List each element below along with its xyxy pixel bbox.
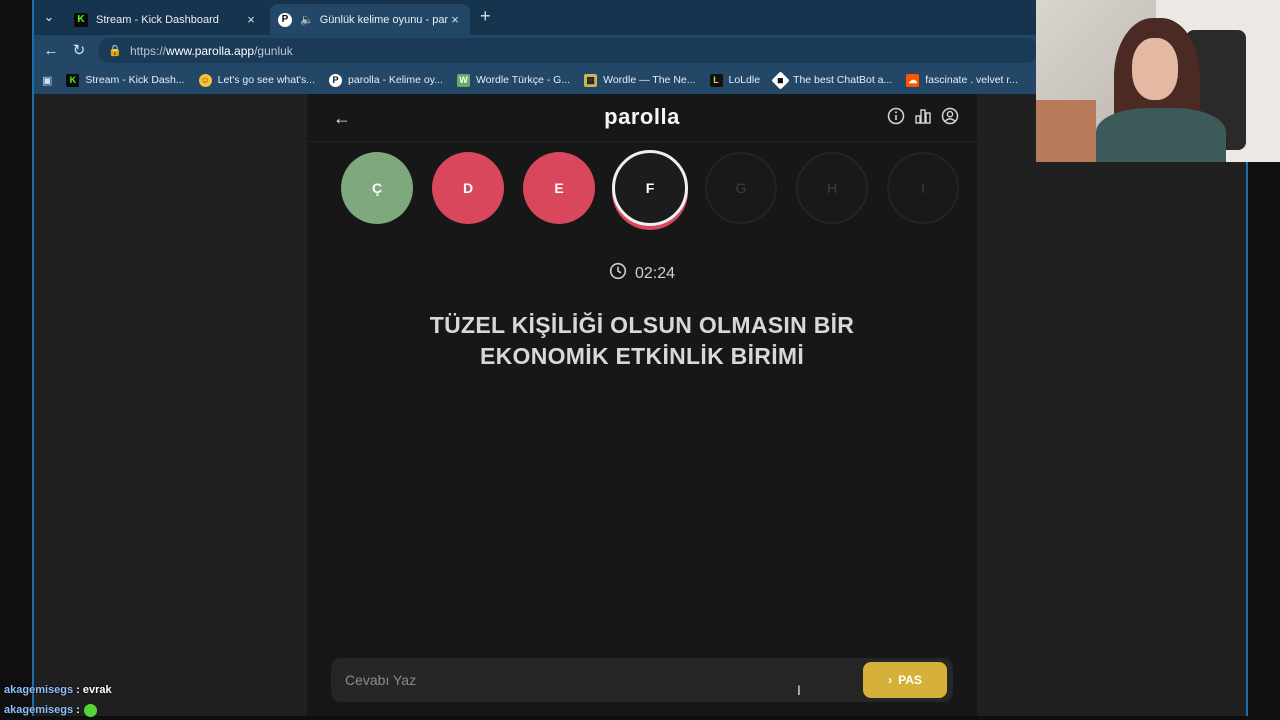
chatbot-icon: ◆ xyxy=(771,70,790,90)
bookmark-label: The best ChatBot a... xyxy=(793,74,893,86)
soundcloud-icon: ☁ xyxy=(906,73,920,87)
bookmark-label: Stream - Kick Dash... xyxy=(85,74,185,86)
tab-label: Stream - Kick Dashboard xyxy=(96,13,219,26)
parolla-app: ← parolla Ç D E F G H I 02:24 TÜZEL KİŞİ… xyxy=(307,94,977,716)
tab-search-chevron-icon[interactable]: ⌄ xyxy=(38,6,60,28)
letter-ball: D xyxy=(432,152,504,224)
bookmark-item[interactable]: ◆ The best ChatBot a... xyxy=(771,70,893,90)
emote-icon xyxy=(83,703,97,717)
webcam-shirt xyxy=(1096,108,1226,162)
bookmark-label: Let's go see what's... xyxy=(217,74,316,86)
wordle-tr-icon: W xyxy=(456,73,470,87)
bookmark-item[interactable]: ☁ fascinate . velvet r... xyxy=(906,73,1019,87)
bookmark-label: Wordle Türkçe - G... xyxy=(475,74,571,86)
letter: F xyxy=(645,180,655,196)
letter-ball: I xyxy=(887,152,959,224)
bookmark-label: parolla - Kelime oy... xyxy=(348,74,443,86)
letter: G xyxy=(735,180,747,196)
letter: D xyxy=(462,180,474,196)
wordle-grid-icon: ▦ xyxy=(584,73,598,87)
url-path: /gunluk xyxy=(254,43,293,58)
webcam-face xyxy=(1132,38,1178,100)
bookmark-label: Wordle — The Ne... xyxy=(603,74,696,86)
info-icon[interactable] xyxy=(887,107,905,125)
tab-parolla[interactable]: P 🔈 Günlük kelime oyunu - parolla × xyxy=(270,4,470,35)
answer-input[interactable] xyxy=(331,658,851,702)
question-text: TÜZEL KİŞİLİĞİ OLSUN OLMASIN BİR EKONOMİ… xyxy=(429,312,855,369)
loldle-icon: L xyxy=(709,73,723,87)
speaker-icon[interactable]: 🔈 xyxy=(300,13,314,26)
answer-bar: › PAS xyxy=(331,658,953,702)
kick-icon: K xyxy=(74,12,88,27)
letter-ball: E xyxy=(523,152,595,224)
bookmark-label: fascinate . velvet r... xyxy=(925,74,1019,86)
clock-icon xyxy=(609,262,627,285)
tab-label: Günlük kelime oyunu - parolla xyxy=(319,13,448,26)
letter: H xyxy=(826,180,838,196)
letter-ball-active: F xyxy=(612,150,688,226)
site-info-icon[interactable]: 🔒 xyxy=(108,44,122,57)
url-prefix: https:// xyxy=(130,43,167,58)
stream-chat: akagemisegs : evrak akagemisegs : xyxy=(4,680,244,720)
parolla-icon: P xyxy=(278,12,292,27)
page-viewport: ← parolla Ç D E F G H I 02:24 TÜZEL KİŞİ… xyxy=(34,94,1246,716)
back-icon[interactable]: ← xyxy=(40,40,62,62)
letter: E xyxy=(554,180,564,196)
pass-button[interactable]: › PAS xyxy=(863,662,947,698)
screen: ⌄ K Stream - Kick Dashboard × P 🔈 Günlük… xyxy=(0,0,1280,720)
letter-ball: H xyxy=(796,152,868,224)
bookmark-item[interactable]: ▦ Wordle — The Ne... xyxy=(584,73,696,87)
header-actions xyxy=(887,107,959,125)
tab-kick-dashboard[interactable]: K Stream - Kick Dashboard × xyxy=(66,4,266,35)
letter-ball: G xyxy=(705,152,777,224)
chat-message: akagemisegs : xyxy=(4,700,244,720)
bookmark-item[interactable]: K Stream - Kick Dash... xyxy=(66,73,185,87)
app-logo: parolla xyxy=(604,104,680,129)
close-tab-icon[interactable]: × xyxy=(244,12,258,27)
kick-icon: K xyxy=(66,73,80,87)
emoji-icon: ☺ xyxy=(198,73,212,87)
chat-username: akagemisegs xyxy=(4,684,74,696)
chat-separator: : xyxy=(73,684,83,696)
letter: I xyxy=(921,180,925,196)
letter: Ç xyxy=(371,180,383,196)
reload-icon[interactable]: ↻ xyxy=(68,40,90,62)
close-tab-icon[interactable]: × xyxy=(448,12,462,27)
chat-text: evrak xyxy=(82,684,112,696)
bookmark-item[interactable]: W Wordle Türkçe - G... xyxy=(456,73,571,87)
tab-actions-icon[interactable]: ▣ xyxy=(42,74,52,87)
bookmark-label: LoLdle xyxy=(728,74,761,86)
chat-username: akagemisegs xyxy=(4,704,74,716)
url-host: www.parolla.app xyxy=(166,43,255,58)
letter-ball: Ç xyxy=(341,152,413,224)
webcam-desk xyxy=(1036,100,1096,162)
countdown-timer: 02:24 xyxy=(307,262,977,285)
letter-progress: Ç D E F G H I xyxy=(331,150,961,232)
app-header: ← parolla xyxy=(307,94,977,142)
stats-icon[interactable] xyxy=(914,107,932,125)
bookmark-item[interactable]: Pparolla - Kelime oy... xyxy=(329,73,443,87)
timer-value: 02:24 xyxy=(634,264,676,282)
text-cursor-icon: I xyxy=(797,682,801,698)
new-tab-icon[interactable]: + xyxy=(480,6,491,27)
webcam-overlay xyxy=(1036,0,1280,162)
bookmark-item[interactable]: ☺ Let's go see what's... xyxy=(198,73,316,87)
chat-message: akagemisegs : evrak xyxy=(4,680,244,700)
chevron-right-icon: › xyxy=(888,673,893,687)
profile-icon[interactable] xyxy=(941,107,959,125)
parolla-icon: P xyxy=(329,73,343,87)
url-bar[interactable]: 🔒 https://www.parolla.app/gunluk xyxy=(98,38,1038,63)
chat-separator: : xyxy=(73,704,80,716)
bookmark-item[interactable]: L LoLdle xyxy=(709,73,761,87)
pass-label: PAS xyxy=(898,673,922,687)
